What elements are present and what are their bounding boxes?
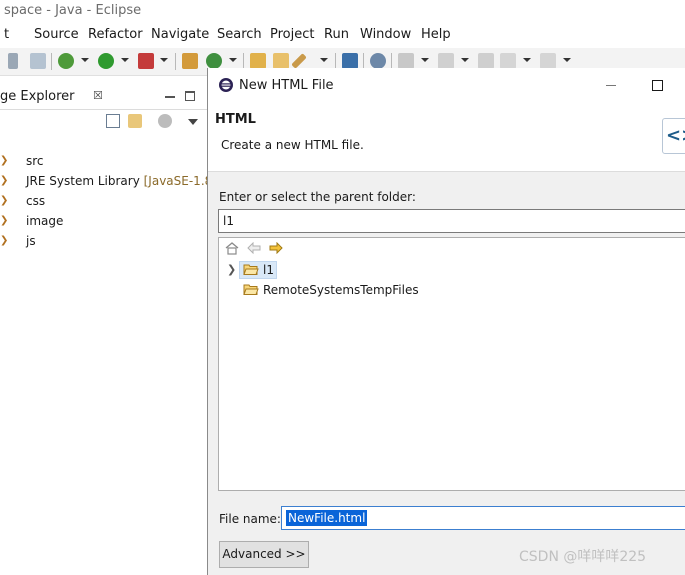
menu-project[interactable]: Project (270, 27, 314, 42)
new-server-icon[interactable] (182, 53, 198, 69)
window-title-bar: space - Java - Eclipse (0, 0, 685, 24)
eclipse-icon (219, 78, 233, 92)
last-edit-icon[interactable] (478, 53, 494, 69)
tree-item-label: JRE System Library [JavaSE-1.8] (26, 174, 217, 188)
back-dropdown-icon[interactable] (523, 58, 531, 62)
package-explorer-tab[interactable]: ge Explorer (0, 89, 75, 104)
open-folder-icon[interactable] (273, 53, 289, 69)
folder-icon: ❯ (0, 195, 9, 206)
folder-icon: ❯ (0, 215, 9, 226)
menu-refactor[interactable]: Refactor (88, 27, 143, 42)
run-dropdown-icon[interactable] (121, 58, 129, 62)
folder-icon: ❯ (0, 235, 9, 246)
save-all-icon[interactable] (30, 53, 46, 69)
menu-help[interactable]: Help (421, 27, 451, 42)
pencil-icon[interactable] (291, 53, 307, 69)
external-tools-icon[interactable] (138, 53, 154, 69)
tree-item-label: js (26, 234, 36, 248)
package-explorer-toolbar (0, 110, 207, 134)
menu-search[interactable]: Search (217, 27, 262, 42)
menu-bar: t Source Refactor Navigate Search Projec… (0, 24, 685, 46)
folder-open-icon (243, 264, 259, 275)
parent-folder-label: Enter or select the parent folder: (219, 190, 416, 204)
forward-arrow-icon[interactable] (269, 242, 283, 254)
external-tools-dropdown-icon[interactable] (160, 58, 168, 62)
watermark: CSDN @咩咩咩225 (519, 549, 647, 565)
view-menu-icon[interactable] (188, 119, 198, 125)
collapse-all-icon[interactable] (106, 114, 120, 128)
file-name-label: File name: (219, 512, 281, 526)
back-arrow-icon[interactable] (247, 242, 261, 254)
back-icon[interactable] (500, 53, 516, 69)
menu-navigate[interactable]: Navigate (151, 27, 209, 42)
package-explorer-tab-bar: ge Explorer ☒ (0, 84, 207, 110)
file-name-input[interactable]: NewFile.html (281, 506, 685, 530)
tree-item-label: src (26, 154, 44, 168)
previous-annotation-dropdown-icon[interactable] (461, 58, 469, 62)
pencil-dropdown-icon[interactable] (320, 58, 328, 62)
dialog-title-bar: New HTML File (208, 68, 685, 102)
new-class-icon[interactable] (206, 53, 222, 69)
focus-icon[interactable] (158, 114, 172, 128)
maximize-icon[interactable] (652, 80, 663, 91)
html-wizard-icon: <> (662, 118, 685, 154)
wizard-title: HTML (215, 112, 256, 127)
link-with-editor-icon[interactable] (128, 114, 142, 128)
console-icon[interactable] (342, 53, 358, 69)
toolbar-separator (51, 53, 52, 70)
tree-item-label: l1 (263, 263, 274, 277)
folder-tree: ❯ l1 RemoteSystemsTempFiles (218, 237, 685, 491)
debug-dropdown-icon[interactable] (81, 58, 89, 62)
advanced-button[interactable]: Advanced >> (219, 541, 309, 568)
forward-icon[interactable] (540, 53, 556, 69)
html-wizard-icon-glyph: <> (666, 125, 685, 146)
new-class-dropdown-icon[interactable] (229, 58, 237, 62)
wizard-body: Enter or select the parent folder: ❯ (208, 172, 685, 575)
dialog-title: New HTML File (239, 78, 334, 93)
search-icon[interactable] (370, 53, 386, 69)
menu-source[interactable]: Source (34, 27, 79, 42)
menu-file-partial[interactable]: t (4, 27, 9, 42)
minimize-view-icon[interactable] (165, 96, 175, 98)
tree-item-label: RemoteSystemsTempFiles (263, 283, 419, 297)
menu-run[interactable]: Run (324, 27, 349, 42)
tree-item-label: image (26, 214, 64, 228)
source-folder-icon: ❯ (0, 155, 9, 166)
next-annotation-dropdown-icon[interactable] (421, 58, 429, 62)
folder-open-icon (243, 284, 259, 295)
window-title: space - Java - Eclipse (4, 3, 142, 18)
wizard-description: Create a new HTML file. (221, 138, 364, 152)
tree-navigation-bar (219, 238, 685, 258)
tree-row[interactable]: ❯ l1 (219, 260, 685, 280)
previous-annotation-icon[interactable] (438, 53, 454, 69)
minimize-icon[interactable] (606, 85, 616, 86)
home-icon[interactable] (225, 242, 239, 255)
new-html-file-dialog: New HTML File HTML Create a new HTML fil… (207, 68, 685, 575)
save-icon[interactable] (8, 53, 18, 69)
wizard-header: HTML Create a new HTML file. <> (208, 102, 685, 172)
forward-dropdown-icon[interactable] (563, 58, 571, 62)
debug-icon[interactable] (58, 53, 74, 69)
library-icon: ❯ (0, 175, 9, 186)
menu-window[interactable]: Window (360, 27, 411, 42)
file-name-selected-text: NewFile.html (286, 510, 368, 526)
open-type-icon[interactable] (250, 53, 266, 69)
tree-item-label: css (26, 194, 46, 208)
next-annotation-icon[interactable] (398, 53, 414, 69)
tree-row[interactable]: RemoteSystemsTempFiles (219, 280, 685, 300)
parent-folder-input[interactable] (218, 209, 685, 233)
close-icon[interactable]: ☒ (93, 89, 103, 102)
maximize-view-icon[interactable] (185, 91, 195, 101)
run-icon[interactable] (98, 53, 114, 69)
chevron-right-icon[interactable]: ❯ (227, 263, 236, 276)
toolbar-separator (175, 53, 176, 70)
